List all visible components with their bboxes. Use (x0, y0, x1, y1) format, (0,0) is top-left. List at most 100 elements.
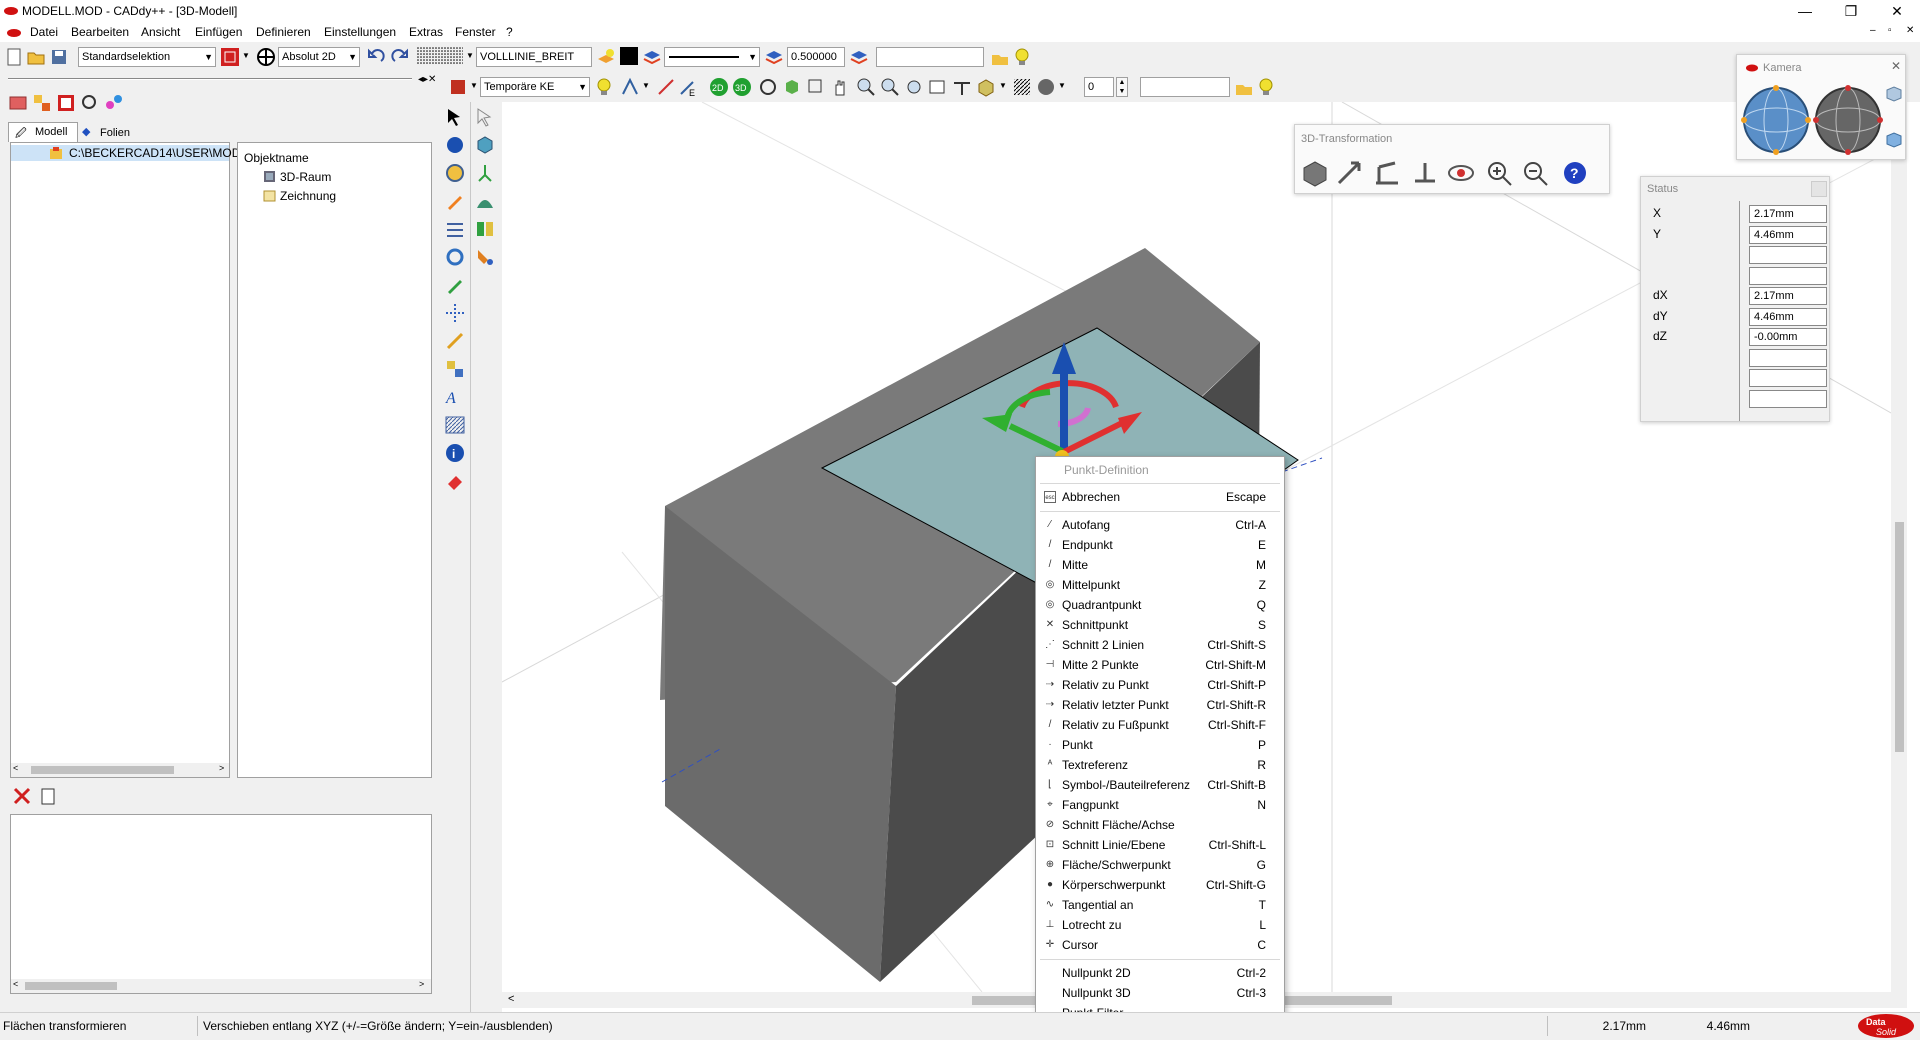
scroll-left-icon[interactable]: < (13, 763, 18, 773)
menu-einstellungen[interactable]: Einstellungen (324, 25, 396, 39)
zoom-out-icon[interactable] (880, 77, 900, 97)
menu-item-quadrantpunkt[interactable]: ◎ Quadrantpunkt Q (1036, 595, 1284, 615)
draw-green-icon[interactable] (444, 274, 466, 296)
surface-tool-icon[interactable] (474, 190, 496, 212)
view-3d-icon[interactable]: 3D (732, 77, 752, 97)
coordinate-icon[interactable] (256, 47, 276, 67)
open-folder-icon[interactable] (26, 47, 46, 67)
mdi-close-button[interactable]: ✕ (1906, 25, 1914, 36)
chevron-down-icon[interactable]: ▼ (470, 81, 478, 90)
delete-x-icon[interactable] (12, 786, 32, 806)
chevron-down-icon[interactable]: ▼ (1058, 81, 1066, 90)
properties-horizontal-scrollbar[interactable]: < > (11, 979, 431, 993)
camera-view-cube-icon[interactable] (1885, 85, 1903, 103)
box-icon[interactable] (976, 77, 996, 97)
menu-item-cursor[interactable]: ✛ Cursor C (1036, 935, 1284, 955)
object-zeichnung[interactable]: Zeichnung (280, 189, 336, 203)
maximize-button[interactable]: ❐ (1828, 0, 1874, 22)
hatch-icon[interactable] (1012, 77, 1032, 97)
snap-tool-icon[interactable] (620, 77, 640, 97)
eraser-icon[interactable] (444, 470, 466, 492)
menu-item-relativ-zu-punkt[interactable]: ⇢ Relativ zu Punkt Ctrl-Shift-P (1036, 675, 1284, 695)
measure-icon[interactable] (952, 77, 972, 97)
menu-extras[interactable]: Extras (409, 25, 443, 39)
camera-persp-cube-icon[interactable] (1885, 131, 1903, 149)
mdi-minimize-button[interactable]: – (1870, 25, 1876, 36)
grid-icon[interactable] (417, 47, 467, 67)
delete-object-icon[interactable] (56, 93, 76, 113)
dimension-icon[interactable] (444, 330, 466, 352)
select-arrow-icon[interactable] (444, 106, 466, 128)
line-style-select[interactable]: ▼ (664, 47, 760, 67)
info-icon[interactable]: i (444, 442, 466, 464)
move-plane-icon[interactable] (1373, 159, 1401, 187)
select-arrow-gray-icon[interactable] (474, 106, 496, 128)
light-bulb-icon[interactable] (594, 77, 614, 97)
pan-hand-icon[interactable] (830, 77, 850, 97)
layer-name-field[interactable] (876, 47, 984, 67)
menu-item-nullpunkt-3d[interactable]: Nullpunkt 3D Ctrl-3 (1036, 983, 1284, 1003)
chevron-down-icon[interactable]: ▼ (999, 81, 1007, 90)
camera-rotate-globe-icon[interactable] (1813, 85, 1883, 155)
symbol-tool-icon[interactable] (444, 358, 466, 380)
cylinder-tool-icon[interactable] (444, 162, 466, 184)
menu-item-mittelpunkt[interactable]: ◎ Mittelpunkt Z (1036, 575, 1284, 595)
hatch-tool-icon[interactable] (444, 414, 466, 436)
menu-bearbeiten[interactable]: Bearbeiten (71, 25, 129, 39)
move-xyz-icon[interactable] (1335, 159, 1363, 187)
menu-item-symbol-bauteilreferenz[interactable]: ⌊ Symbol-/Bauteilreferenz Ctrl-Shift-B (1036, 775, 1284, 795)
box-solid-icon[interactable] (474, 134, 496, 156)
menu-item-endpunkt[interactable]: / Endpunkt E (1036, 535, 1284, 555)
menu-item-schnitt-2-linien[interactable]: ⋰ Schnitt 2 Linien Ctrl-Shift-S (1036, 635, 1284, 655)
tree-row-selected[interactable]: C:\BECKERCAD14\USER\MOD (11, 145, 240, 161)
menu-item-schnittpunkt[interactable]: ✕ Schnittpunkt S (1036, 615, 1284, 635)
counter-field[interactable]: 0 (1084, 77, 1114, 97)
scroll-left-icon[interactable]: < (508, 993, 514, 1005)
coord-mode-select[interactable]: Absolut 2D ▼ (278, 47, 360, 67)
zoom-all-icon[interactable] (904, 77, 924, 97)
book-tool-icon[interactable] (474, 218, 496, 240)
view-2d-icon[interactable]: 2D (709, 77, 729, 97)
rotate-tool-icon[interactable] (444, 246, 466, 268)
zoom-in-icon[interactable] (856, 77, 876, 97)
menu-item-schnitt-linie-ebene[interactable]: ⊡ Schnitt Linie/Ebene Ctrl-Shift-L (1036, 835, 1284, 855)
redo-icon[interactable] (390, 47, 410, 67)
menu-definieren[interactable]: Definieren (256, 25, 311, 39)
menu-item-mitte-2-punkte[interactable]: ⊣ Mitte 2 Punkte Ctrl-Shift-M (1036, 655, 1284, 675)
menu-item-fangpunkt[interactable]: ⌖ Fangpunkt N (1036, 795, 1284, 815)
scroll-left-icon[interactable]: < (13, 979, 18, 989)
layer-bulb-icon[interactable] (596, 47, 616, 67)
chevron-down-icon[interactable]: ▼ (466, 51, 474, 60)
scrollbar-thumb[interactable] (1895, 522, 1904, 752)
line-width-field[interactable]: 0.500000 (787, 47, 845, 67)
tab-modell[interactable]: 🖉 Modell (8, 122, 78, 142)
chevron-down-icon[interactable]: ▼ (242, 51, 250, 60)
sphere-icon[interactable] (444, 134, 466, 156)
light-bulb-icon[interactable] (1256, 77, 1276, 97)
viewport-vertical-scrollbar[interactable] (1891, 102, 1907, 992)
close-button[interactable]: ✕ (1874, 0, 1920, 22)
ke-icon[interactable] (448, 77, 468, 97)
layers-icon[interactable] (642, 47, 662, 67)
spinner-button[interactable]: ▲ ▼ (1116, 77, 1128, 97)
text-tool-icon[interactable]: A (444, 386, 466, 408)
undo-icon[interactable] (366, 47, 386, 67)
new-file-icon[interactable] (4, 47, 24, 67)
menu-einfuegen[interactable]: Einfügen (195, 25, 242, 39)
object-3d-raum[interactable]: 3D-Raum (280, 170, 331, 184)
edit-e-icon[interactable]: E (678, 77, 698, 97)
crosshair-icon[interactable] (444, 302, 466, 324)
zoom-minus-icon[interactable] (1521, 159, 1549, 187)
menu-item-abbrechen[interactable]: esc Abbrechen Escape (1036, 487, 1284, 507)
menu-item-punkt[interactable]: · Punkt P (1036, 735, 1284, 755)
menu-item-textreferenz[interactable]: ᴬ Textreferenz R (1036, 755, 1284, 775)
zoom-plus-icon[interactable] (1485, 159, 1513, 187)
edit-tools-icon[interactable] (444, 218, 466, 240)
selection-frame-icon[interactable] (220, 47, 240, 67)
color-swatch[interactable] (620, 47, 638, 65)
rotate-view-icon[interactable] (758, 77, 778, 97)
menu-item-relativ-zu-fußpunkt[interactable]: / Relativ zu Fußpunkt Ctrl-Shift-F (1036, 715, 1284, 735)
axis-tool-icon[interactable] (474, 162, 496, 184)
view-eye-icon[interactable] (1447, 159, 1475, 187)
scroll-right-icon[interactable]: > (219, 763, 224, 773)
